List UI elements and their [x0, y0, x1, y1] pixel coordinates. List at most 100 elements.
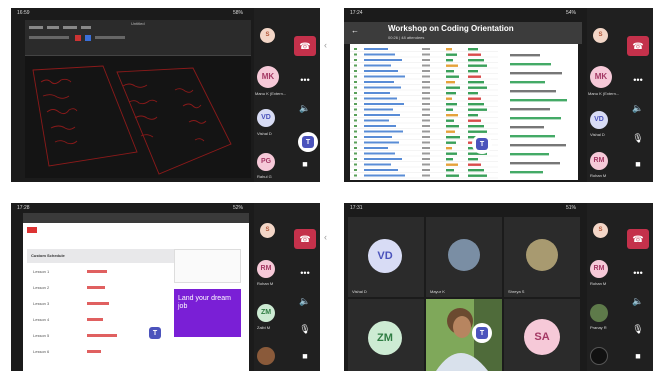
list-item[interactable]: Lesson 1 [33, 269, 49, 274]
more-options-button[interactable]: ••• [627, 263, 649, 283]
cell-text [364, 130, 403, 133]
end-call-button[interactable]: ☎ [294, 229, 316, 249]
cell-text [422, 103, 430, 105]
menu-item[interactable] [29, 26, 43, 29]
cell-text [422, 158, 430, 160]
participant-name: Manu K (Extern... [588, 91, 620, 96]
browser-tabs[interactable] [23, 213, 249, 223]
status-chip [446, 53, 457, 56]
teams-icon[interactable]: T [472, 323, 492, 343]
teams-icon[interactable]: T [145, 323, 165, 343]
more-options-button[interactable]: ••• [294, 263, 316, 283]
teams-icon[interactable]: T [298, 132, 318, 152]
speaker-button[interactable]: 🔈 [627, 98, 649, 118]
end-call-icon: ☎ [299, 233, 311, 244]
cell-text [364, 147, 388, 149]
screen-1: 16:59 58% Untitled S MK Manu K (Extern..… [11, 8, 320, 182]
list-item[interactable]: Lesson 6 [33, 349, 49, 354]
cell-text [364, 70, 398, 72]
battery-level: 51% [565, 205, 576, 211]
camera-button[interactable]: ■ [627, 154, 649, 174]
side-panel-text [510, 63, 551, 66]
cell-marker [354, 108, 357, 111]
avatar[interactable]: S [593, 223, 608, 238]
list-item[interactable]: Lesson 4 [33, 317, 49, 322]
whiteboard-canvas[interactable] [25, 56, 251, 178]
avatar[interactable]: MK [257, 66, 279, 88]
avatar[interactable]: ZM [257, 304, 275, 322]
menu-item[interactable] [47, 26, 59, 29]
mic-button[interactable]: 🎙 [627, 319, 649, 339]
cell-text [364, 125, 396, 127]
cell-marker [354, 81, 357, 83]
list-item[interactable]: Lesson 2 [33, 285, 49, 290]
list-item-link[interactable] [87, 270, 107, 273]
cell-marker [354, 53, 357, 56]
status-chip [446, 81, 455, 84]
promo-banner[interactable]: Land your dream job [174, 289, 241, 337]
end-call-button[interactable]: ☎ [627, 229, 649, 249]
cell-text [364, 169, 398, 171]
section-title: Custom Schedule [31, 253, 65, 258]
avatar[interactable]: S [260, 223, 275, 238]
camera-button[interactable]: ■ [627, 346, 649, 366]
cell-text [364, 158, 402, 160]
menu-item[interactable] [81, 26, 91, 29]
list-item-link[interactable] [87, 318, 103, 321]
status-chip [446, 114, 458, 117]
video-off-icon: ■ [635, 159, 641, 169]
list-item-link[interactable] [87, 334, 117, 337]
cell-marker [354, 64, 357, 67]
avatar[interactable]: RM [257, 260, 275, 278]
status-chip [468, 125, 484, 128]
list-item-link[interactable] [87, 286, 105, 289]
speaker-button[interactable]: 🔈 [627, 291, 649, 311]
participant-name: Vishal D [257, 131, 272, 136]
participant-rail: S MK Manu K (Extern... VD Vishal D RM Ro… [587, 8, 653, 182]
cell-text [422, 59, 430, 61]
avatar[interactable]: S [593, 28, 608, 43]
avatar-photo[interactable] [257, 347, 275, 365]
end-call-button[interactable]: ☎ [627, 36, 649, 56]
avatar[interactable]: MK [590, 66, 612, 88]
tool-row[interactable] [95, 36, 125, 39]
avatar[interactable]: PG [257, 153, 275, 171]
avatar[interactable]: VD [257, 109, 275, 127]
status-chip [468, 59, 484, 62]
participant-name: Mayur K [430, 289, 445, 294]
tool-row[interactable] [29, 36, 69, 39]
avatar[interactable]: VD [590, 111, 608, 129]
shared-spreadsheet[interactable] [350, 44, 578, 180]
avatar[interactable]: RM [590, 260, 608, 278]
camera-button[interactable]: ■ [294, 154, 316, 174]
speaker-button[interactable]: 🔈 [294, 98, 316, 118]
mic-button[interactable]: 🎙 [627, 128, 649, 148]
status-chip [468, 163, 481, 166]
list-item[interactable]: Lesson 5 [33, 333, 49, 338]
teams-icon[interactable]: T [472, 134, 492, 154]
end-call-button[interactable]: ☎ [294, 36, 316, 56]
avatar-photo[interactable] [590, 347, 608, 365]
list-item[interactable]: Lesson 3 [33, 301, 49, 306]
avatar[interactable]: S [260, 28, 275, 43]
list-item-link[interactable] [87, 302, 109, 305]
avatar-photo[interactable] [590, 304, 608, 322]
pen-blue-icon[interactable] [85, 35, 91, 41]
speaker-button[interactable]: 🔈 [294, 291, 316, 311]
menu-item[interactable] [63, 26, 77, 29]
mic-off-icon: 🎙 [299, 323, 311, 334]
list-item-link[interactable] [87, 350, 101, 353]
more-icon: ••• [300, 268, 310, 278]
cell-text [422, 53, 430, 56]
mic-button[interactable]: 🎙 [294, 319, 316, 339]
camera-button[interactable]: ■ [294, 346, 316, 366]
status-time: 17:28 [17, 205, 30, 211]
status-chip [446, 174, 459, 177]
pen-red-icon[interactable] [75, 35, 81, 41]
back-arrow-icon[interactable]: ← [351, 26, 359, 35]
status-chip [468, 53, 481, 56]
avatar[interactable]: RM [590, 152, 608, 170]
more-options-button[interactable]: ••• [294, 70, 316, 90]
more-options-button[interactable]: ••• [627, 70, 649, 90]
status-chip [446, 152, 457, 155]
